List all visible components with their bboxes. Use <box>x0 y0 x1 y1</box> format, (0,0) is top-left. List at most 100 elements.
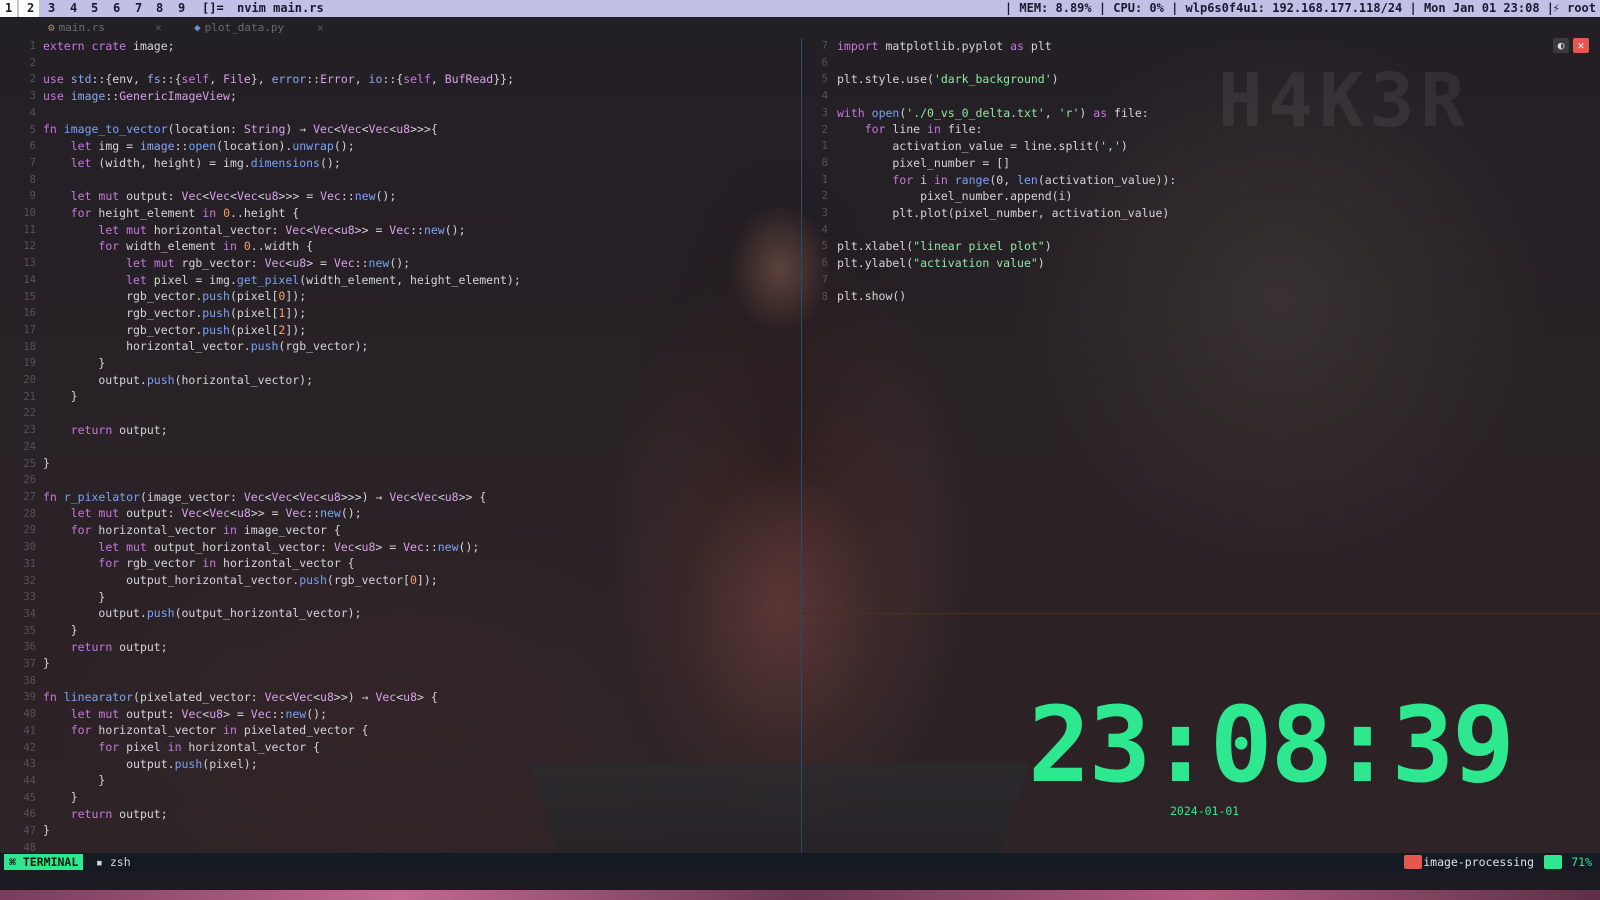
code-line[interactable]: plt.ylabel("activation value") <box>837 255 1537 272</box>
code-line[interactable] <box>837 222 1537 239</box>
terminal-mode-icon: ⌘ <box>9 855 16 869</box>
code-line[interactable] <box>43 439 793 456</box>
code-line[interactable]: rgb_vector.push(pixel[2]); <box>43 322 793 339</box>
code-line[interactable]: let mut output: Vec<Vec<Vec<u8>>> = Vec:… <box>43 188 793 205</box>
tab-main-rs-label: main.rs <box>58 21 105 34</box>
code-line[interactable]: let mut horizontal_vector: Vec<Vec<u8>> … <box>43 222 793 239</box>
tab-plot-data-py[interactable]: ◆ plot_data.py <box>194 20 284 36</box>
workspace-4[interactable]: 4 <box>70 0 77 17</box>
workspace-3-label: 3 <box>48 1 56 15</box>
code-line[interactable]: let (width, height) = img.dimensions(); <box>43 155 793 172</box>
code-line[interactable] <box>43 55 793 72</box>
code-line[interactable]: plt.plot(pixel_number, activation_value) <box>837 205 1537 222</box>
code-line[interactable]: return output; <box>43 639 793 656</box>
code-line[interactable]: output.push(output_horizontal_vector); <box>43 605 793 622</box>
rust-file-icon: ⚙ <box>48 21 55 34</box>
code-line[interactable]: plt.show() <box>837 288 1537 305</box>
code-line[interactable]: let pixel = img.get_pixel(width_element,… <box>43 272 793 289</box>
code-line[interactable] <box>837 272 1537 289</box>
code-line[interactable] <box>43 405 793 422</box>
code-line[interactable]: import matplotlib.pyplot as plt <box>837 38 1537 55</box>
code-line[interactable]: pixel_number.append(i) <box>837 188 1537 205</box>
code-line[interactable]: } <box>43 772 793 789</box>
code-line[interactable]: plt.xlabel("linear pixel plot") <box>837 238 1537 255</box>
tab-plot-data-py-close-icon[interactable]: ✕ <box>317 20 324 36</box>
code-line[interactable]: for horizontal_vector in pixelated_vecto… <box>43 722 793 739</box>
code-line[interactable]: fn image_to_vector(location: String) → V… <box>43 121 793 138</box>
workspace-7[interactable]: 7 <box>135 0 142 17</box>
tab-main-rs-close-icon[interactable]: ✕ <box>155 20 162 36</box>
code-line[interactable]: } <box>43 655 793 672</box>
window-title: nvim main.rs <box>237 1 324 15</box>
python-file-icon: ◆ <box>194 21 201 34</box>
workspace-9[interactable]: 9 <box>178 0 185 17</box>
code-line[interactable]: fn r_pixelator(image_vector: Vec<Vec<Vec… <box>43 489 793 506</box>
code-line[interactable]: } <box>43 388 793 405</box>
code-line[interactable] <box>43 105 793 122</box>
workspace-1[interactable]: 1 <box>0 0 17 17</box>
mode-label: TERMINAL <box>22 855 79 869</box>
workspace-8-label: 8 <box>156 1 164 15</box>
workspace-5[interactable]: 5 <box>91 0 98 17</box>
tab-main-rs[interactable]: ⚙ main.rs <box>48 20 105 36</box>
code-line[interactable]: pixel_number = [] <box>837 155 1537 172</box>
workspace-3[interactable]: 3 <box>48 0 55 17</box>
user-indicator: ⚡ root <box>1553 0 1596 17</box>
workspace-2-active[interactable]: 2 <box>19 0 39 17</box>
code-line[interactable]: return output; <box>43 806 793 823</box>
workspace-6[interactable]: 6 <box>113 0 120 17</box>
terminal-clock: 23:08:39 <box>1028 684 1515 806</box>
horizontal-split-divider[interactable] <box>801 613 1600 614</box>
code-line[interactable]: use std::{env, fs::{self, File}, error::… <box>43 71 793 88</box>
workspace-9-label: 9 <box>178 1 186 15</box>
vertical-split-divider[interactable] <box>801 38 802 853</box>
file-position-percent: 71% <box>1571 855 1592 869</box>
code-line[interactable]: } <box>43 789 793 806</box>
shell-indicator[interactable]: ▪ zsh <box>96 853 131 871</box>
folder-icon <box>1404 855 1422 869</box>
code-line[interactable]: use image::GenericImageView; <box>43 88 793 105</box>
code-line[interactable]: let mut output_horizontal_vector: Vec<u8… <box>43 539 793 556</box>
workspace-4-label: 4 <box>70 1 78 15</box>
code-line[interactable]: output.push(pixel); <box>43 756 793 773</box>
top-status-bar: 1 2 3 4 5 6 7 8 9 []= nvim main.rs | MEM… <box>0 0 1600 17</box>
code-line[interactable]: } <box>43 622 793 639</box>
code-line[interactable]: } <box>43 589 793 606</box>
code-line[interactable] <box>43 172 793 189</box>
code-line[interactable]: for i in range(0, len(activation_value))… <box>837 172 1537 189</box>
terminal-clock-date: 2024-01-01 <box>1170 804 1240 818</box>
code-line[interactable]: let mut output: Vec<Vec<u8>> = Vec::new(… <box>43 505 793 522</box>
code-line[interactable]: } <box>43 355 793 372</box>
code-line[interactable]: for horizontal_vector in image_vector { <box>43 522 793 539</box>
code-line[interactable]: output_horizontal_vector.push(rgb_vector… <box>43 572 793 589</box>
code-line[interactable]: let img = image::open(location).unwrap()… <box>43 138 793 155</box>
wallpaper-bottom-strip <box>0 890 1600 900</box>
code-line[interactable]: horizontal_vector.push(rgb_vector); <box>43 338 793 355</box>
code-line[interactable] <box>43 472 793 489</box>
code-line[interactable]: let mut rgb_vector: Vec<u8> = Vec::new()… <box>43 255 793 272</box>
code-line[interactable]: for height_element in 0..height { <box>43 205 793 222</box>
close-window-icon[interactable]: ✕ <box>1573 38 1589 53</box>
command-line[interactable] <box>0 871 1600 890</box>
code-line[interactable]: fn linearator(pixelated_vector: Vec<Vec<… <box>43 689 793 706</box>
workspace-1-label: 1 <box>5 1 13 15</box>
workspace-8[interactable]: 8 <box>156 0 163 17</box>
code-line[interactable]: let mut output: Vec<u8> = Vec::new(); <box>43 706 793 723</box>
code-line[interactable]: output.push(horizontal_vector); <box>43 372 793 389</box>
code-line[interactable]: } <box>43 822 793 839</box>
code-line[interactable]: return output; <box>43 422 793 439</box>
code-line[interactable]: extern crate image; <box>43 38 793 55</box>
layout-indicator[interactable]: []= <box>202 0 224 17</box>
code-line[interactable]: for pixel in horizontal_vector { <box>43 739 793 756</box>
main-rs-editor[interactable]: extern crate image; use std::{env, fs::{… <box>43 38 793 856</box>
lines-icon <box>1544 855 1562 869</box>
code-line[interactable]: for width_element in 0..width { <box>43 238 793 255</box>
code-line[interactable]: for rgb_vector in horizontal_vector { <box>43 555 793 572</box>
system-stats: | MEM: 8.89% | CPU: 0% | wlp6s0f4u1: 192… <box>1004 1 1554 15</box>
code-line[interactable]: rgb_vector.push(pixel[1]); <box>43 305 793 322</box>
code-line[interactable]: rgb_vector.push(pixel[0]); <box>43 288 793 305</box>
code-line[interactable]: } <box>43 455 793 472</box>
mode-indicator: ⌘ TERMINAL <box>4 854 84 870</box>
toggle-icon[interactable]: ◐ <box>1553 38 1569 53</box>
code-line[interactable] <box>43 672 793 689</box>
